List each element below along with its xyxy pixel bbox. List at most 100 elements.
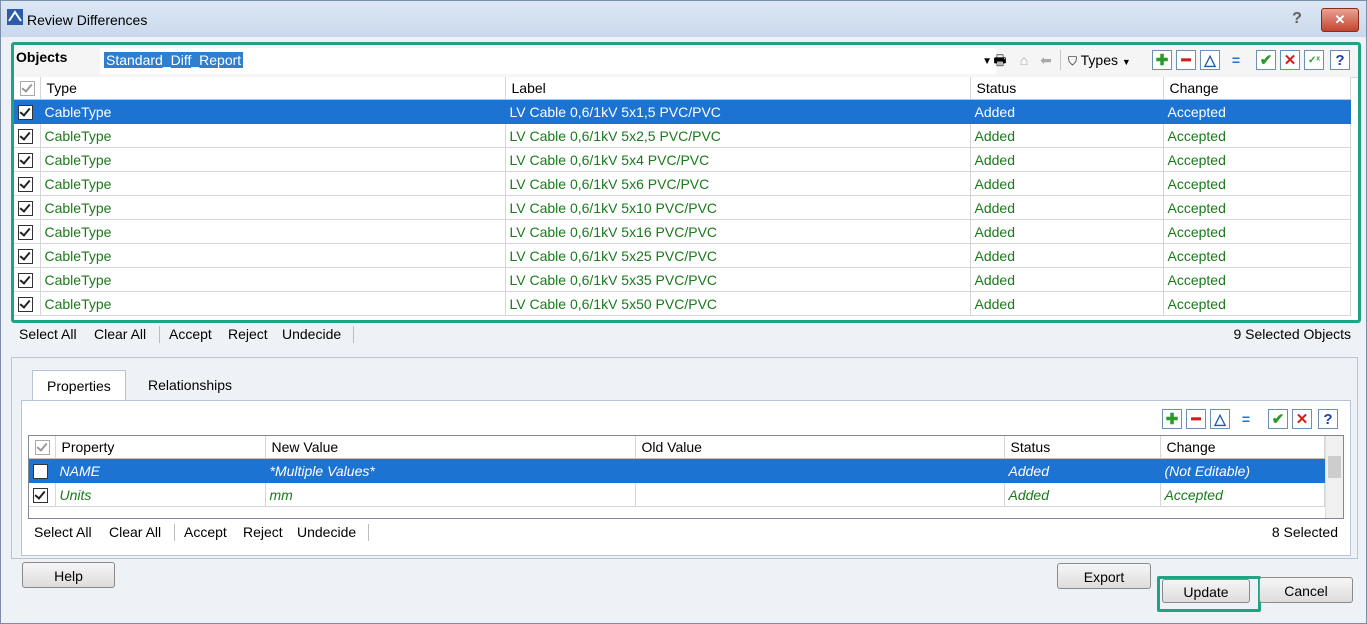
reject-filter-button[interactable]: ✕ xyxy=(1292,409,1312,429)
undecide-link[interactable]: Undecide xyxy=(297,524,356,540)
cell-status: Added xyxy=(970,123,1164,148)
show-added-button[interactable]: ✚ xyxy=(1152,50,1172,70)
show-removed-button[interactable]: ━ xyxy=(1176,50,1196,70)
cell-change: Accepted xyxy=(1163,243,1351,268)
table-row[interactable]: CableType LV Cable 0,6/1kV 5x25 PVC/PVC Ad… xyxy=(14,243,1351,268)
scrollbar-thumb[interactable] xyxy=(1328,456,1341,478)
cell-status: Added xyxy=(970,243,1164,268)
tab-properties[interactable]: Properties xyxy=(32,370,126,402)
cell-status: Added xyxy=(1004,482,1161,507)
table-row[interactable]: CableType LV Cable 0,6/1kV 5x50 PVC/PVC Ad… xyxy=(14,291,1351,316)
properties-action-bar: Select All Clear All Accept Reject Undec… xyxy=(28,519,1342,545)
show-removed-button[interactable]: ━ xyxy=(1186,409,1206,429)
column-header-status[interactable]: Status xyxy=(1004,436,1161,459)
help-icon[interactable]: ? xyxy=(1289,10,1305,28)
app-icon xyxy=(7,9,23,25)
column-header-new-value[interactable]: New Value xyxy=(265,436,636,459)
table-row[interactable]: NAME *Multiple Values* Added (Not Editable) xyxy=(29,458,1325,483)
table-row[interactable]: CableType LV Cable 0,6/1kV 5x10 PVC/PVC Ad… xyxy=(14,195,1351,220)
vertical-scrollbar[interactable] xyxy=(1325,436,1343,518)
properties-tab-body: ✚ ━ △ = ✔ ✕ ? Property New Value Old Val… xyxy=(21,400,1351,556)
cell-status: Added xyxy=(1004,458,1161,483)
help-button[interactable]: Help xyxy=(22,562,115,588)
review-differences-dialog: Review Differences ? ✕ Objects Standard_… xyxy=(0,0,1367,624)
objects-table: Type Label Status Change CableType LV Cab… xyxy=(14,77,1351,316)
objects-toolbar: Objects Standard_Diff_Report ▼ 🖶 ⌂ ⬅ ⛉ T… xyxy=(14,45,1358,78)
select-all-link[interactable]: Select All xyxy=(19,326,77,342)
accept-link[interactable]: Accept xyxy=(184,524,227,540)
accept-filter-button[interactable]: ✔ xyxy=(1256,50,1276,70)
column-header-old-value[interactable]: Old Value xyxy=(635,436,1005,459)
row-checkbox[interactable] xyxy=(14,195,41,220)
cell-label: LV Cable 0,6/1kV 5x6 PVC/PVC xyxy=(505,171,971,196)
row-checkbox[interactable] xyxy=(14,291,41,316)
selected-objects-count: 9 Selected Objects xyxy=(1233,326,1351,342)
row-checkbox[interactable] xyxy=(14,171,41,196)
select-all-checkbox-header[interactable] xyxy=(14,77,41,100)
clear-all-link[interactable]: Clear All xyxy=(94,326,146,342)
accept-filter-button[interactable]: ✔ xyxy=(1268,409,1288,429)
cell-status: Added xyxy=(970,219,1164,244)
row-checkbox[interactable] xyxy=(14,99,41,124)
undecide-link[interactable]: Undecide xyxy=(282,326,341,342)
row-checkbox[interactable] xyxy=(14,243,41,268)
row-checkbox[interactable] xyxy=(14,219,41,244)
column-header-property[interactable]: Property xyxy=(55,436,266,459)
back-arrow-icon[interactable]: ⬅ xyxy=(1036,50,1056,70)
table-row[interactable]: CableType LV Cable 0,6/1kV 5x4 PVC/PVC Add… xyxy=(14,147,1351,172)
types-filter-dropdown[interactable]: ⛉ Types ▼ xyxy=(1068,50,1158,70)
table-row[interactable]: CableType LV Cable 0,6/1kV 5x16 PVC/PVC Ad… xyxy=(14,219,1351,244)
show-added-button[interactable]: ✚ xyxy=(1162,409,1182,429)
types-label: Types xyxy=(1080,52,1119,68)
table-row[interactable]: CableType LV Cable 0,6/1kV 5x2,5 PVC/PVC A… xyxy=(14,123,1351,148)
show-changed-button[interactable]: △ xyxy=(1200,50,1220,70)
print-icon[interactable]: 🖶 xyxy=(990,50,1010,70)
table-row[interactable]: CableType LV Cable 0,6/1kV 5x35 PVC/PVC Ad… xyxy=(14,267,1351,292)
table-row[interactable]: CableType LV Cable 0,6/1kV 5x6 PVC/PVC Add… xyxy=(14,171,1351,196)
cell-label: LV Cable 0,6/1kV 5x4 PVC/PVC xyxy=(505,147,971,172)
undecided-filter-button[interactable]: ✓ˣ xyxy=(1304,50,1324,70)
select-all-link[interactable]: Select All xyxy=(34,524,92,540)
cell-status: Added xyxy=(970,147,1164,172)
home-icon[interactable]: ⌂ xyxy=(1014,50,1034,70)
window-title: Review Differences xyxy=(27,12,148,28)
tab-relationships[interactable]: Relationships xyxy=(134,370,246,400)
table-row[interactable]: Units mm Added Accepted xyxy=(29,482,1325,507)
show-equal-icon[interactable]: = xyxy=(1226,50,1246,70)
cancel-button[interactable]: Cancel xyxy=(1259,577,1353,603)
reject-link[interactable]: Reject xyxy=(243,524,283,540)
accept-link[interactable]: Accept xyxy=(169,326,212,342)
help-button-icon[interactable]: ? xyxy=(1318,409,1338,429)
row-checkbox[interactable] xyxy=(14,147,41,172)
separator xyxy=(368,524,369,541)
row-checkbox[interactable] xyxy=(14,123,41,148)
column-header-status[interactable]: Status xyxy=(970,77,1164,100)
show-equal-icon[interactable]: = xyxy=(1236,409,1256,429)
column-header-type[interactable]: Type xyxy=(40,77,506,100)
reject-filter-button[interactable]: ✕ xyxy=(1280,50,1300,70)
row-checkbox[interactable] xyxy=(29,458,56,483)
column-header-change[interactable]: Change xyxy=(1163,77,1351,100)
clear-all-link[interactable]: Clear All xyxy=(109,524,161,540)
cell-status: Added xyxy=(970,171,1164,196)
objects-tab[interactable]: Objects xyxy=(16,49,67,65)
help-button-icon[interactable]: ? xyxy=(1330,50,1350,70)
cell-status: Added xyxy=(970,267,1164,292)
export-button[interactable]: Export xyxy=(1057,563,1151,589)
cell-change: Accepted xyxy=(1163,267,1351,292)
table-row[interactable]: CableType LV Cable 0,6/1kV 5x1,5 PVC/PVC A… xyxy=(14,99,1351,124)
cell-old-value xyxy=(635,458,1005,483)
cell-type: CableType xyxy=(40,243,506,268)
show-changed-button[interactable]: △ xyxy=(1210,409,1230,429)
update-button[interactable]: Update xyxy=(1162,579,1250,603)
cell-status: Added xyxy=(970,99,1164,124)
row-checkbox[interactable] xyxy=(14,267,41,292)
close-button[interactable]: ✕ xyxy=(1321,8,1359,32)
cell-change: Accepted xyxy=(1163,219,1351,244)
select-all-checkbox-header[interactable] xyxy=(29,436,56,459)
row-checkbox[interactable] xyxy=(29,482,56,507)
report-combobox[interactable]: Standard_Diff_Report ▼ xyxy=(100,48,996,74)
reject-link[interactable]: Reject xyxy=(228,326,268,342)
column-header-label[interactable]: Label xyxy=(505,77,971,100)
column-header-change[interactable]: Change xyxy=(1160,436,1325,459)
